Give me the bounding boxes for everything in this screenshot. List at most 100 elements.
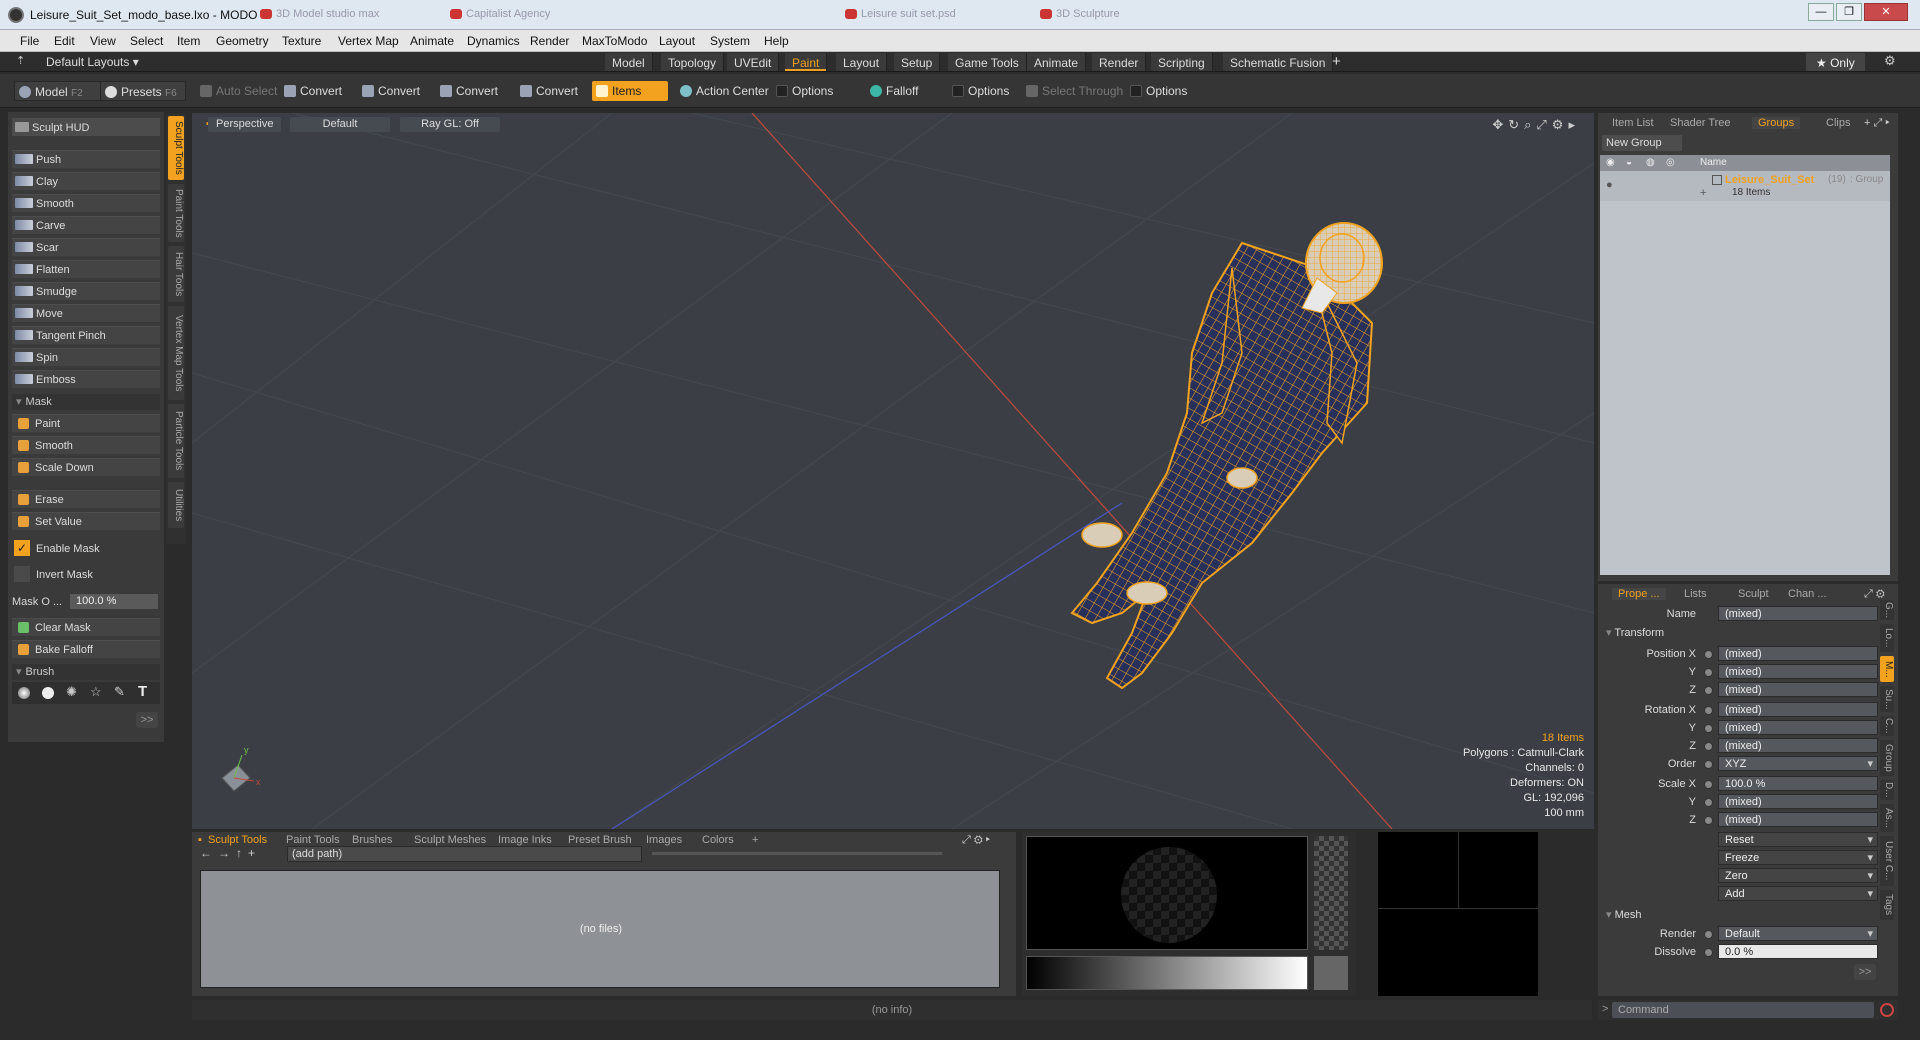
bake-falloff-button[interactable]: Bake Falloff [12, 640, 160, 658]
mesh-section[interactable]: Mesh [1606, 908, 1642, 921]
star-brush-icon[interactable]: ☆ [90, 684, 102, 700]
tool-clay[interactable]: Clay [12, 172, 160, 190]
items-panel-options-icon[interactable]: + ⤢ ▸ [1864, 117, 1890, 130]
side-tab[interactable]: Su... [1880, 686, 1894, 712]
tab-vertex-map-tools[interactable]: Vertex Map Tools [168, 306, 184, 400]
scale-y-field[interactable]: (mixed) [1718, 794, 1878, 809]
tool-tangent-pinch[interactable]: Tangent Pinch [12, 326, 160, 344]
animate-dot-icon[interactable] [1704, 650, 1713, 659]
tab-sculpt-tools[interactable]: Sculpt Tools [168, 116, 184, 180]
rotation-x-field[interactable]: (mixed) [1718, 702, 1878, 717]
mask-smooth-button[interactable]: Smooth [12, 436, 160, 454]
side-tab[interactable]: M... [1880, 656, 1894, 682]
eye-icon[interactable]: ● [1606, 179, 1613, 191]
tab-hair-tools[interactable]: Hair Tools [168, 246, 184, 302]
mask-section-header[interactable]: Mask [12, 394, 160, 410]
options-button[interactable]: Options [772, 81, 833, 101]
tool-move[interactable]: Move [12, 304, 160, 322]
side-tab[interactable]: Tags [1880, 890, 1894, 920]
soft-brush-icon[interactable] [18, 687, 30, 699]
3d-viewport[interactable]: y x ▪ Perspective Default Ray GL: Off ✥↻… [192, 113, 1594, 829]
tab-render[interactable]: Render [1092, 53, 1147, 71]
command-input[interactable]: Command [1612, 1002, 1874, 1018]
menu-select[interactable]: Select [130, 34, 163, 48]
invert-mask-checkbox[interactable]: Invert Mask [12, 566, 160, 584]
add-browser-tab-button[interactable]: + [752, 834, 758, 846]
menu-render[interactable]: Render [530, 34, 569, 48]
tool-carve[interactable]: Carve [12, 216, 160, 234]
tool-smudge[interactable]: Smudge [12, 282, 160, 300]
menu-file[interactable]: File [20, 34, 39, 48]
tab-game-tools[interactable]: Game Tools [948, 53, 1027, 71]
more-properties-button[interactable]: >> [1854, 964, 1876, 980]
tab-shader-tree[interactable]: Shader Tree [1670, 117, 1731, 129]
tool-emboss[interactable]: Emboss [12, 370, 160, 388]
panel-options-icon[interactable]: ⤢ ⚙ ▸ [962, 834, 990, 847]
position-y-field[interactable]: (mixed) [1718, 664, 1878, 679]
tab-images[interactable]: Images [646, 834, 682, 846]
gear-icon[interactable]: ⚙ [1884, 53, 1896, 69]
thumb-size-slider[interactable] [652, 852, 942, 855]
menu-layout[interactable]: Layout [659, 34, 695, 48]
convert-button[interactable]: Convert [436, 81, 498, 101]
menu-view[interactable]: View [90, 34, 116, 48]
set-value-button[interactable]: Set Value [12, 512, 160, 530]
expand-icon[interactable]: + [1700, 187, 1706, 199]
tab-image-inks[interactable]: Image Inks [498, 834, 552, 846]
options-button[interactable]: Options [1126, 81, 1187, 101]
position-x-field[interactable]: (mixed) [1718, 646, 1878, 661]
mask-paint-button[interactable]: Paint [12, 414, 160, 432]
tab-uvedit[interactable]: UVEdit [727, 53, 780, 71]
freeze-dropdown[interactable]: Freeze [1718, 850, 1878, 866]
falloff-button[interactable]: Falloff [866, 81, 918, 101]
side-tab[interactable]: D... [1880, 780, 1894, 800]
tab-sculpt[interactable]: Sculpt [1738, 588, 1769, 600]
tab-particle-tools[interactable]: Particle Tools [168, 404, 184, 478]
tool-spin[interactable]: Spin [12, 348, 160, 366]
tab-scripting[interactable]: Scripting [1151, 53, 1213, 71]
tab-paint-tools[interactable]: Paint Tools [168, 184, 184, 242]
add-dropdown[interactable]: Add [1718, 886, 1878, 902]
hard-brush-icon[interactable] [42, 687, 54, 699]
animate-dot-icon[interactable] [1704, 706, 1713, 715]
select-through-button[interactable]: Select Through [1022, 81, 1123, 101]
tab-paint[interactable]: Paint [785, 53, 828, 71]
group-row[interactable]: ● + Leisure_Suit_Set (19) : Group 18 Ite… [1600, 171, 1890, 201]
tab-preset-brush[interactable]: Preset Brush [568, 834, 632, 846]
tab-sculpt-meshes[interactable]: Sculpt Meshes [414, 834, 486, 846]
enable-mask-checkbox[interactable]: ✓ Enable Mask [12, 540, 160, 558]
scale-x-field[interactable]: 100.0 % [1718, 776, 1878, 791]
path-nav-icons[interactable]: ←→↑+ [200, 846, 261, 860]
animate-dot-icon[interactable] [1704, 742, 1713, 751]
tab-model[interactable]: Model [605, 53, 653, 71]
pen-brush-icon[interactable]: ✎ [114, 684, 125, 700]
side-tab[interactable]: Lo... [1880, 624, 1894, 652]
options-button[interactable]: Options [948, 81, 1009, 101]
animate-dot-icon[interactable] [1704, 930, 1713, 939]
side-tab[interactable]: C... [1880, 716, 1894, 736]
tab-groups[interactable]: Groups [1752, 117, 1801, 129]
close-button[interactable]: ✕ [1864, 3, 1908, 21]
default-layouts-select[interactable]: Default Layouts ▾ [46, 55, 139, 69]
tool-scar[interactable]: Scar [12, 238, 160, 256]
auto-select-button[interactable]: Auto Select [196, 81, 277, 101]
add-tab-button[interactable]: + [1332, 53, 1341, 70]
menu-dynamics[interactable]: Dynamics [467, 34, 520, 48]
clear-mask-button[interactable]: Clear Mask [12, 618, 160, 636]
sculpt-hud-button[interactable]: Sculpt HUD [12, 118, 160, 136]
rotation-y-field[interactable]: (mixed) [1718, 720, 1878, 735]
tab-menu-icon[interactable]: ▪ [198, 834, 202, 846]
raygl-toggle[interactable]: Ray GL: Off [400, 117, 500, 132]
menu-geometry[interactable]: Geometry [216, 34, 269, 48]
animate-dot-icon[interactable] [1704, 816, 1713, 825]
text-brush-icon[interactable]: T [138, 683, 147, 700]
convert-button[interactable]: Convert [280, 81, 342, 101]
animate-dot-icon[interactable] [1704, 668, 1713, 677]
menu-texture[interactable]: Texture [282, 34, 321, 48]
erase-button[interactable]: Erase [12, 490, 160, 508]
view-type-select[interactable]: Perspective [208, 117, 282, 132]
color-swatch[interactable] [1314, 956, 1348, 990]
order-select[interactable]: XYZ [1718, 756, 1878, 772]
tab-topology[interactable]: Topology [661, 53, 725, 71]
menu-item[interactable]: Item [177, 34, 200, 48]
